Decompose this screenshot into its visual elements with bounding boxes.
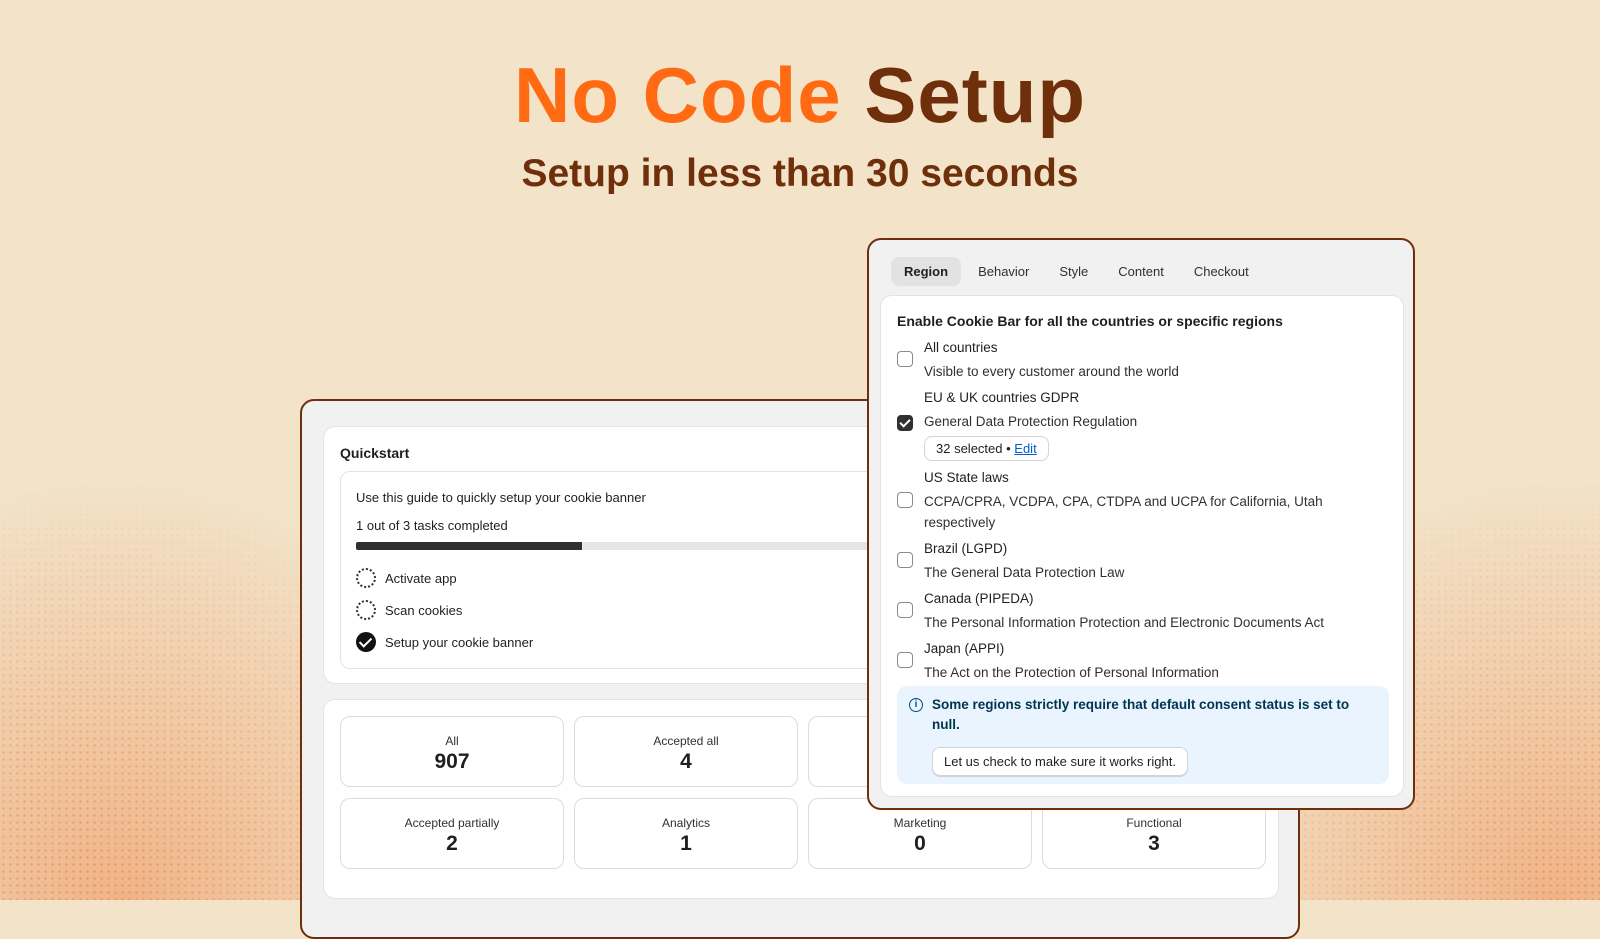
us-state-checkbox[interactable] [897, 492, 913, 508]
option-desc: The Personal Information Protection and … [924, 615, 1324, 630]
option-desc: The General Data Protection Law [924, 565, 1125, 580]
tab-region[interactable]: Region [891, 257, 962, 286]
stat-label: Accepted partially [404, 816, 500, 830]
stat-value: 907 [434, 750, 470, 773]
stat-all[interactable]: All 907 [340, 716, 564, 787]
option-title: EU & UK countries GDPR [924, 390, 1080, 405]
hero-title: No Code Setup [0, 56, 1600, 134]
region-heading: Enable Cookie Bar for all the countries … [897, 313, 1283, 329]
region-panel: Enable Cookie Bar for all the countries … [880, 295, 1404, 797]
option-title: Japan (APPI) [924, 641, 1005, 656]
region-settings-window: Region Behavior Style Content Checkout E… [867, 238, 1415, 810]
tab-behavior[interactable]: Behavior [965, 257, 1042, 286]
progress-text: 1 out of 3 tasks completed [356, 518, 508, 533]
tab-style[interactable]: Style [1046, 257, 1101, 286]
stat-label: Functional [1126, 816, 1182, 830]
stat-analytics[interactable]: Analytics 1 [574, 798, 798, 869]
option-title: US State laws [924, 470, 1009, 485]
tab-content[interactable]: Content [1105, 257, 1177, 286]
progress-bar-fill [356, 542, 583, 550]
canada-checkbox[interactable] [897, 602, 913, 618]
stat-value: 1 [680, 832, 692, 855]
stat-value: 4 [680, 750, 692, 773]
japan-checkbox[interactable] [897, 652, 913, 668]
task-setup-banner[interactable]: Setup your cookie banner [356, 632, 533, 652]
brazil-checkbox[interactable] [897, 552, 913, 568]
gdpr-checkbox[interactable] [897, 415, 913, 431]
pending-circle-icon [356, 568, 376, 588]
task-label: Setup your cookie banner [385, 634, 534, 650]
all-countries-checkbox[interactable] [897, 351, 913, 367]
selected-countries-pill: 32 selected • Edit [924, 436, 1049, 461]
task-activate-app[interactable]: Activate app [356, 568, 457, 588]
hero-title-part1: No Code [514, 51, 842, 139]
separator-dot: • [1002, 441, 1015, 456]
hero-subtitle: Setup in less than 30 seconds [521, 152, 1079, 195]
task-scan-cookies[interactable]: Scan cookies [356, 600, 462, 620]
hero-title-part2: Setup [864, 51, 1086, 139]
stat-value: 2 [446, 832, 458, 855]
banner-text: Some regions strictly require that defau… [932, 697, 1350, 732]
option-desc: General Data Protection Regulation [924, 414, 1138, 429]
pending-circle-icon [356, 600, 376, 620]
stat-value: 0 [914, 832, 926, 855]
option-desc: The Act on the Protection of Personal In… [924, 665, 1219, 680]
option-desc: Visible to every customer around the wor… [924, 364, 1179, 379]
option-title: Brazil (LGPD) [924, 541, 1008, 556]
check-circle-icon [356, 632, 376, 652]
option-title: All countries [924, 340, 998, 355]
stat-accepted-partially[interactable]: Accepted partially 2 [340, 798, 564, 869]
tab-checkout[interactable]: Checkout [1181, 257, 1262, 286]
stat-label: Marketing [893, 816, 947, 830]
edit-link[interactable]: Edit [1014, 441, 1036, 456]
stat-accepted-all[interactable]: Accepted all 4 [574, 716, 798, 787]
consent-info-banner: i Some regions strictly require that def… [897, 686, 1389, 784]
option-desc: CCPA/CPRA, VCDPA, CPA, CTDPA and UCPA fo… [924, 494, 1323, 530]
stat-label: Accepted all [653, 734, 719, 748]
selected-count: 32 selected [936, 441, 1003, 456]
task-label: Activate app [385, 570, 457, 586]
settings-tabs: Region Behavior Style Content Checkout [891, 257, 1262, 286]
guide-text: Use this guide to quickly setup your coo… [356, 490, 646, 505]
stat-label: Analytics [661, 816, 711, 830]
stat-value: 3 [1148, 832, 1160, 855]
stat-label: All [445, 734, 459, 748]
task-label: Scan cookies [385, 602, 463, 618]
quickstart-title: Quickstart [340, 445, 410, 461]
check-setup-button[interactable]: Let us check to make sure it works right… [932, 747, 1188, 776]
info-icon: i [909, 698, 923, 712]
option-title: Canada (PIPEDA) [924, 591, 1034, 606]
